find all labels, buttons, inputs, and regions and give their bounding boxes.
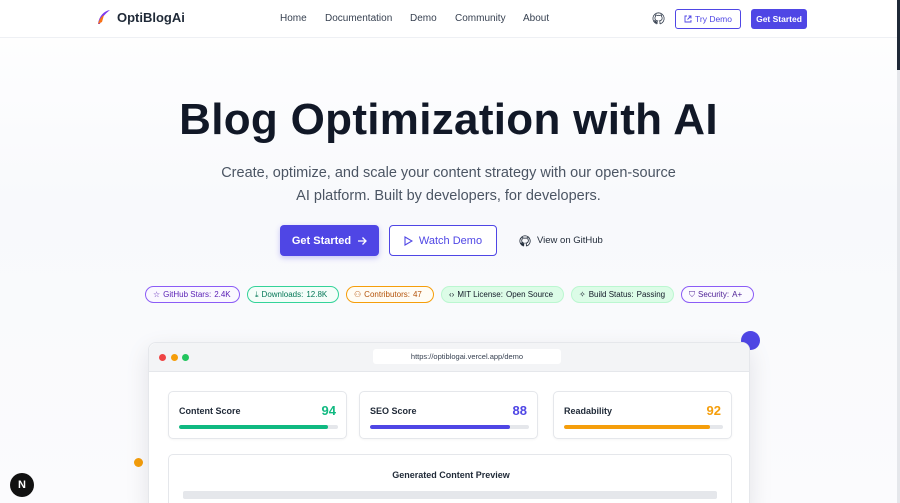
badge-label: MIT License: [457, 290, 503, 299]
score-label: Readability [564, 406, 613, 416]
score-value: 92 [706, 403, 721, 418]
maximize-dot [182, 354, 189, 361]
badge-label: Contributors: [364, 290, 410, 299]
badge-value: 12.8K [306, 290, 328, 299]
star-icon: ☆ [153, 290, 161, 299]
score-label: Content Score [179, 406, 241, 416]
url-bar: https://optiblogai.vercel.app/demo [373, 349, 561, 364]
score-value: 88 [512, 403, 527, 418]
minimize-dot [171, 354, 178, 361]
hero-subtitle: Create, optimize, and scale your content… [221, 165, 676, 204]
nav-about[interactable]: About [523, 13, 549, 24]
github-icon[interactable] [652, 12, 665, 25]
top-navbar: OptiBlogAi Home Documentation Demo Commu… [0, 0, 897, 38]
seo-score-card: SEO Score 88 [359, 391, 538, 439]
badge-label: GitHub Stars: [163, 290, 212, 299]
score-value: 94 [321, 403, 336, 418]
nav-demo[interactable]: Demo [410, 13, 437, 24]
nav-documentation[interactable]: Documentation [325, 13, 392, 24]
sparkle-icon: ✧ [579, 290, 586, 299]
score-progress-track [179, 425, 338, 429]
badge-label: Downloads: [261, 290, 304, 299]
readability-score-card: Readability 92 [553, 391, 732, 439]
score-progress-fill [370, 425, 510, 429]
watch-demo-label: Watch Demo [418, 234, 483, 247]
build-status-badge[interactable]: ✧ Build Status: Passing [571, 286, 674, 303]
arrow-right-icon [358, 236, 368, 245]
score-progress-track [564, 425, 723, 429]
users-icon: ⚇ [354, 290, 362, 299]
score-progress-track [370, 425, 529, 429]
content-preview-card: Generated Content Preview [168, 454, 732, 503]
github-stars-badge[interactable]: ☆ GitHub Stars: 2.4K [145, 286, 240, 303]
content-score-card: Content Score 94 [168, 391, 347, 439]
brand-name: OptiBlogAi [117, 10, 185, 25]
score-progress-fill [564, 425, 711, 429]
shield-icon: ⛉ [689, 289, 695, 299]
dev-tools-badge[interactable]: N [10, 473, 34, 497]
badge-label: Security: [698, 290, 730, 299]
feather-logo-icon [98, 10, 110, 24]
play-icon [404, 235, 413, 246]
external-link-icon [684, 15, 692, 23]
demo-browser-window: https://optiblogai.vercel.app/demo Conte… [148, 342, 750, 503]
close-dot [159, 354, 166, 361]
nav-community[interactable]: Community [455, 13, 506, 24]
view-on-github-link[interactable]: View on GitHub [519, 225, 603, 256]
nav-home[interactable]: Home [280, 13, 307, 24]
code-icon: ‹› [449, 290, 455, 299]
decorative-dot [134, 458, 143, 467]
watch-demo-button[interactable]: Watch Demo [389, 225, 497, 256]
badge-value: 2.4K [214, 290, 231, 299]
view-on-github-label: View on GitHub [537, 235, 603, 246]
score-label: SEO Score [370, 406, 417, 416]
get-started-button[interactable]: Get Started [280, 225, 379, 256]
badge-value: A+ [732, 290, 743, 299]
browser-title-bar: https://optiblogai.vercel.app/demo [149, 343, 749, 372]
hero-title: Blog Optimization with AI [179, 95, 718, 144]
preview-title: Generated Content Preview [392, 470, 510, 480]
contributors-badge[interactable]: ⚇ Contributors: 47 [346, 286, 434, 303]
downloads-badge[interactable]: ⤓ Downloads: 12.8K [247, 286, 339, 303]
preview-placeholder-line [183, 491, 717, 499]
score-progress-fill [179, 425, 329, 429]
badge-value: Passing [636, 290, 666, 299]
badge-value: 47 [412, 290, 422, 299]
get-started-label: Get Started [291, 234, 352, 247]
license-badge[interactable]: ‹› MIT License: Open Source [441, 286, 564, 303]
try-demo-button[interactable]: Try Demo [675, 9, 741, 29]
security-badge[interactable]: ⛉ Security: A+ [681, 286, 754, 303]
nav-get-started-button[interactable]: Get Started [751, 9, 807, 29]
badge-value: Open Source [505, 290, 554, 299]
try-demo-label: Try Demo [695, 14, 732, 24]
brand[interactable]: OptiBlogAi [96, 9, 185, 26]
github-icon [519, 234, 531, 246]
badge-label: Build Status: [588, 290, 634, 299]
download-icon: ⤓ [255, 289, 259, 299]
